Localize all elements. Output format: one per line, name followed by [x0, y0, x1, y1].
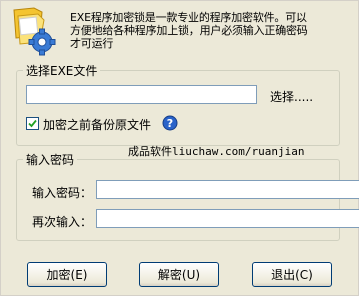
- description-line: 方便地给各种程序加上锁，用户必须输入正确密码: [70, 24, 308, 37]
- folder-gear-logo: [13, 7, 56, 56]
- checkmark-icon: [28, 119, 37, 128]
- browse-button[interactable]: 选择.....: [270, 88, 313, 105]
- backup-label: 加密之前备份原文件: [43, 118, 152, 132]
- confirm-password-label: 再次输入：: [32, 215, 93, 229]
- exit-button[interactable]: 退出(C): [252, 262, 332, 287]
- description-line: 才可运行: [70, 37, 114, 50]
- svg-text:?: ?: [167, 117, 173, 130]
- file-group-legend: 选择EXE文件: [26, 64, 98, 78]
- description-line: EXE程序加密锁是一款专业的程序加密软件。可以: [70, 11, 307, 24]
- password-input[interactable]: [96, 180, 359, 199]
- header: EXE程序加密锁是一款专业的程序加密软件。可以 方便地给各种程序加上锁，用户必须…: [0, 0, 359, 64]
- password-label: 输入密码：: [32, 186, 93, 200]
- decrypt-button[interactable]: 解密(U): [139, 262, 219, 287]
- confirm-password-input[interactable]: [96, 209, 359, 228]
- file-path-input[interactable]: [26, 85, 257, 104]
- help-icon[interactable]: ?: [162, 115, 178, 131]
- backup-checkbox[interactable]: [26, 117, 39, 130]
- app-description: EXE程序加密锁是一款专业的程序加密软件。可以 方便地给各种程序加上锁，用户必须…: [70, 11, 358, 50]
- password-group-legend: 输入密码: [26, 153, 75, 167]
- encrypt-button[interactable]: 加密(E): [27, 262, 107, 287]
